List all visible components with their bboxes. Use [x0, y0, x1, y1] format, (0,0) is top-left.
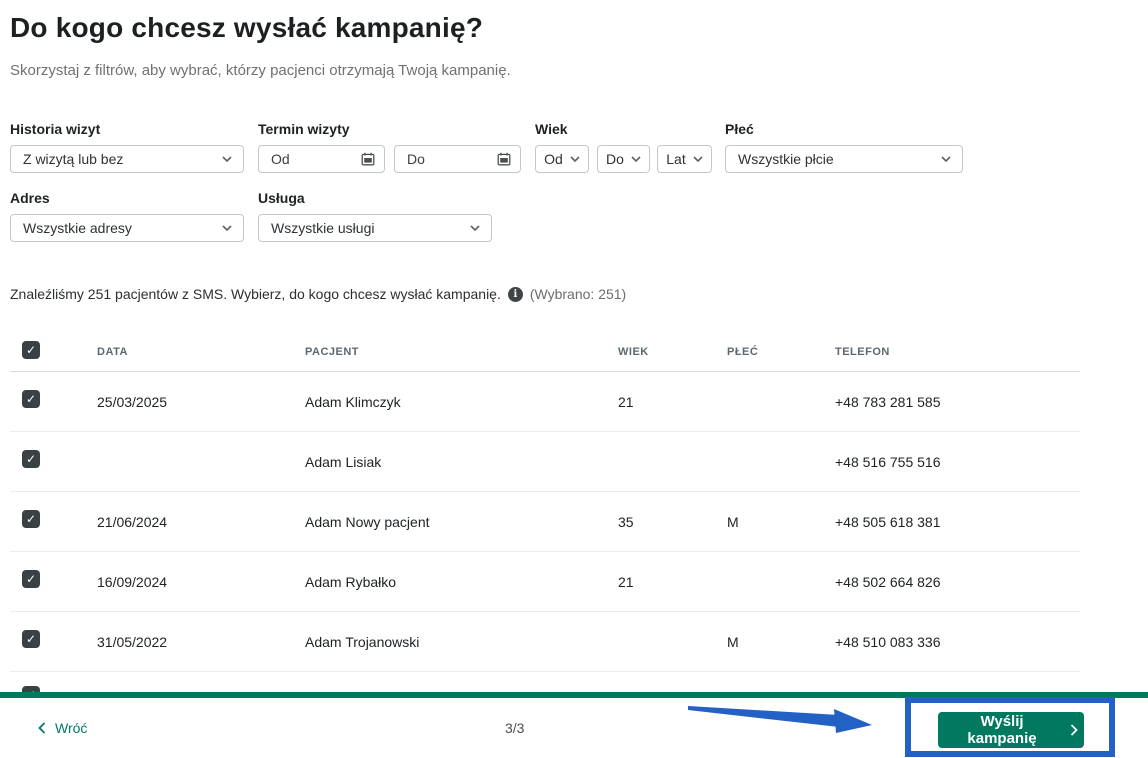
visit-date-from-field[interactable] — [271, 151, 351, 167]
label-wiek: Wiek — [535, 121, 568, 137]
chevron-down-icon — [570, 156, 580, 162]
back-label: Wróć — [55, 720, 87, 736]
table-row: 25/03/2025 Adam Klimczyk 21 +48 783 281 … — [10, 372, 1080, 432]
results-summary-text: Znaleźliśmy 251 pacjentów z SMS. Wybierz… — [10, 286, 501, 302]
chevron-down-icon — [631, 156, 641, 162]
age-unit-value: Lat — [666, 151, 685, 167]
info-icon[interactable] — [508, 287, 523, 302]
cell-telefon: +48 783 281 585 — [835, 394, 1080, 410]
visit-date-to-field[interactable] — [407, 151, 487, 167]
cell-pacjent: Adam Lisiak — [305, 454, 618, 470]
chevron-right-icon — [1070, 724, 1078, 736]
column-header-data: DATA — [97, 346, 305, 358]
cell-telefon: +48 516 755 516 — [835, 454, 1080, 470]
table-header: DATA PACJENT WIEK PŁEĆ TELEFON — [10, 333, 1080, 372]
column-header-wiek: WIEK — [618, 346, 727, 358]
cell-pacjent: Adam Klimczyk — [305, 394, 618, 410]
gender-select[interactable]: Wszystkie płcie — [725, 145, 963, 173]
cell-wiek: 21 — [618, 574, 727, 590]
cell-telefon: +48 510 083 336 — [835, 634, 1080, 650]
column-header-plec: PŁEĆ — [727, 346, 835, 358]
column-header-pacjent: PACJENT — [305, 346, 618, 358]
row-checkbox[interactable] — [22, 570, 40, 588]
cell-telefon: +48 502 664 826 — [835, 574, 1080, 590]
table-row: 31/05/2022 Adam Trojanowski M +48 510 08… — [10, 612, 1080, 672]
chevron-down-icon — [470, 225, 480, 231]
calendar-icon — [497, 152, 511, 166]
service-value: Wszystkie usługi — [271, 220, 374, 236]
chevron-down-icon — [941, 156, 951, 162]
cell-plec: M — [727, 634, 835, 650]
column-header-telefon: TELEFON — [835, 346, 1080, 358]
table-row: 21/06/2024 Adam Nowy pacjent 35 M +48 50… — [10, 492, 1080, 552]
cell-pacjent: Adam Rybałko — [305, 574, 618, 590]
cell-data: 25/03/2025 — [97, 394, 305, 410]
cell-telefon: +48 505 618 381 — [835, 514, 1080, 530]
select-all-checkbox[interactable] — [22, 341, 40, 359]
visit-history-select[interactable]: Z wizytą lub bez — [10, 145, 244, 173]
send-campaign-button[interactable]: Wyślij kampanię — [938, 712, 1084, 748]
selected-count: (Wybrano: 251) — [530, 286, 626, 302]
page-subtitle: Skorzystaj z filtrów, aby wybrać, którzy… — [10, 62, 511, 79]
cell-pacjent: Adam Trojanowski — [305, 634, 618, 650]
step-indicator: 3/3 — [505, 698, 524, 758]
cell-wiek: 35 — [618, 514, 727, 530]
row-checkbox[interactable] — [22, 390, 40, 408]
chevron-down-icon — [222, 156, 232, 162]
label-usluga: Usługa — [258, 190, 305, 206]
age-to-select[interactable]: Do — [597, 145, 650, 173]
row-checkbox[interactable] — [22, 630, 40, 648]
chevron-down-icon — [693, 156, 703, 162]
label-historia-wizyt: Historia wizyt — [10, 121, 100, 137]
results-summary: Znaleźliśmy 251 pacjentów z SMS. Wybierz… — [10, 286, 626, 302]
visit-history-value: Z wizytą lub bez — [23, 151, 123, 167]
footer-bar: Wróć 3/3 Wyślij kampanię — [0, 698, 1148, 758]
cell-data: 31/05/2022 — [97, 634, 305, 650]
age-to-value: Do — [606, 151, 624, 167]
visit-date-to-input[interactable] — [394, 145, 521, 173]
cell-data: 16/09/2024 — [97, 574, 305, 590]
cell-pacjent: Adam Nowy pacjent — [305, 514, 618, 530]
age-from-select[interactable]: Od — [535, 145, 589, 173]
row-checkbox[interactable] — [22, 510, 40, 528]
address-value: Wszystkie adresy — [23, 220, 132, 236]
label-termin-wizyty: Termin wizyty — [258, 121, 350, 137]
table-row: 16/09/2024 Adam Rybałko 21 +48 502 664 8… — [10, 552, 1080, 612]
chevron-down-icon — [222, 225, 232, 231]
cell-plec: M — [727, 514, 835, 530]
campaign-recipients-screen: Do kogo chcesz wysłać kampanię? Skorzyst… — [0, 0, 1148, 758]
page-title: Do kogo chcesz wysłać kampanię? — [10, 12, 483, 44]
row-checkbox[interactable] — [22, 450, 40, 468]
service-select[interactable]: Wszystkie usługi — [258, 214, 492, 242]
chevron-left-icon — [38, 722, 46, 734]
table-body: 25/03/2025 Adam Klimczyk 21 +48 783 281 … — [10, 372, 1080, 672]
cell-data: 21/06/2024 — [97, 514, 305, 530]
send-campaign-label: Wyślij kampanię — [944, 713, 1060, 747]
patients-table: DATA PACJENT WIEK PŁEĆ TELEFON 25/03/202… — [10, 333, 1080, 672]
calendar-icon — [361, 152, 375, 166]
visit-date-from-input[interactable] — [258, 145, 385, 173]
age-from-value: Od — [544, 151, 563, 167]
gender-value: Wszystkie płcie — [738, 151, 834, 167]
back-button[interactable]: Wróć — [38, 698, 87, 758]
age-unit-select[interactable]: Lat — [657, 145, 712, 173]
table-row: Adam Lisiak +48 516 755 516 — [10, 432, 1080, 492]
label-plec: Płeć — [725, 121, 754, 137]
address-select[interactable]: Wszystkie adresy — [10, 214, 244, 242]
cell-wiek: 21 — [618, 394, 727, 410]
label-adres: Adres — [10, 190, 50, 206]
